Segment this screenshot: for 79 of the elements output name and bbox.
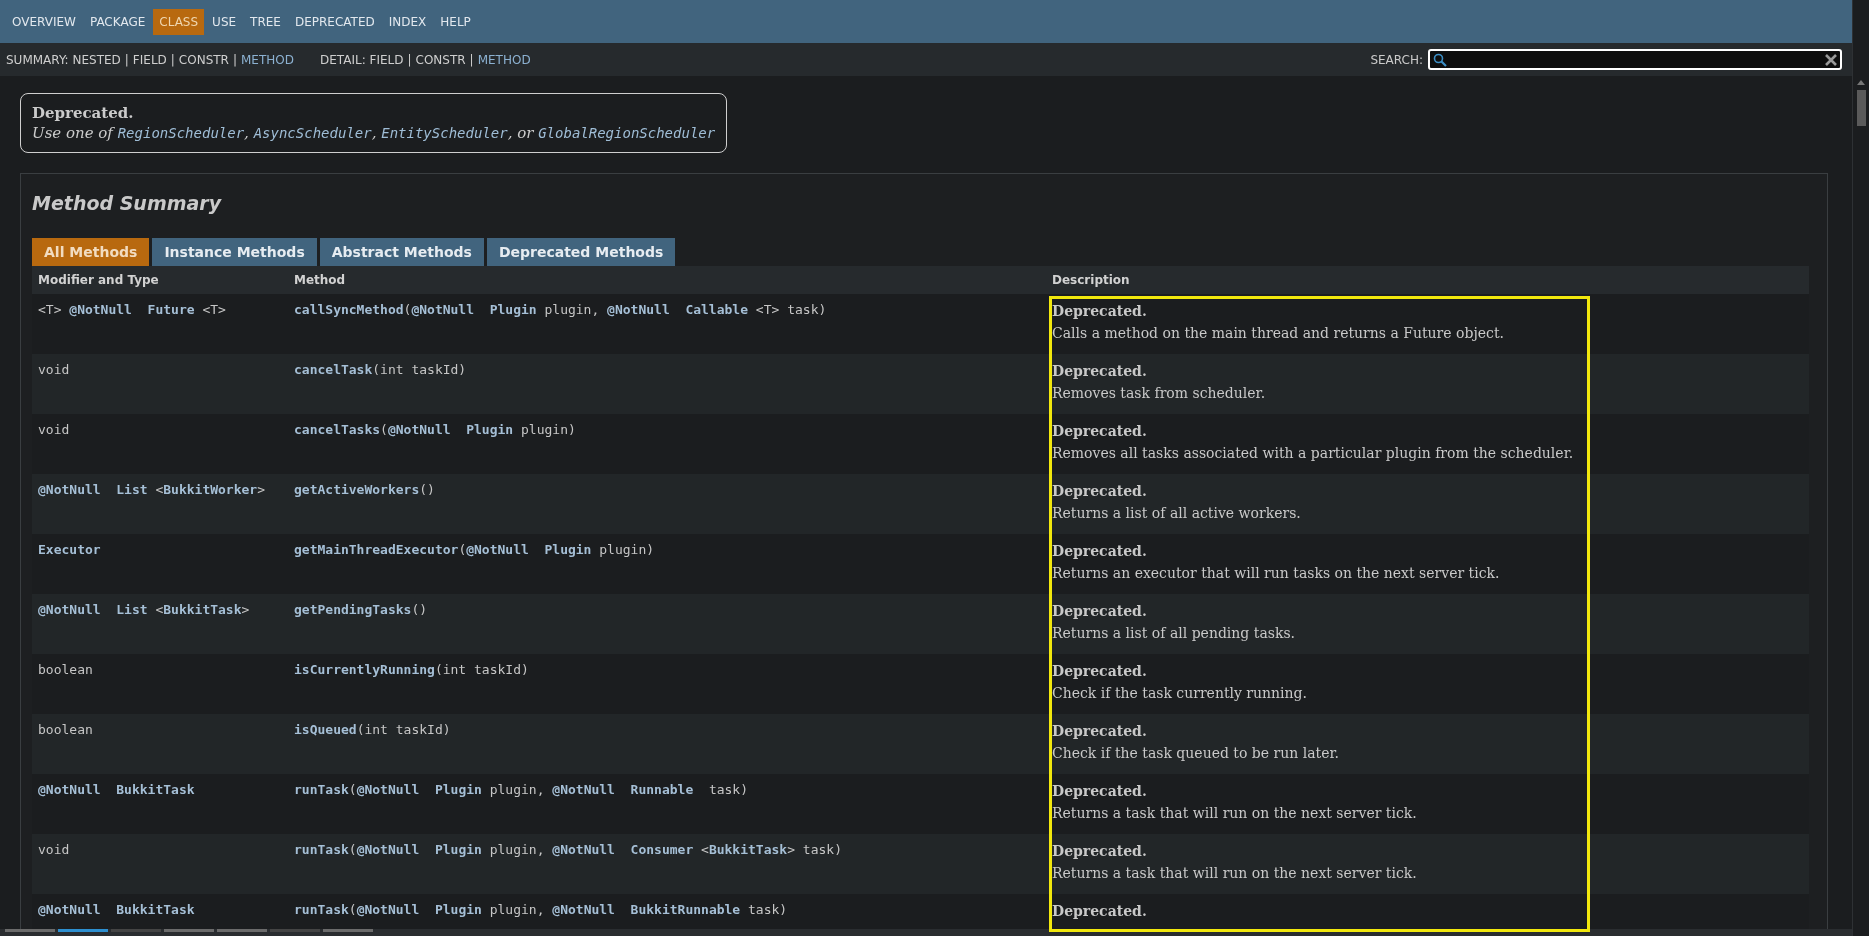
deprecated-label: Deprecated. [1052,542,1148,561]
separator: | [407,51,412,69]
type-cell-text: @NotNull List <BukkitTask> [37,601,251,619]
scheduler-type-link[interactable]: RegionScheduler [117,125,245,141]
deprecated-label: Deprecated. [1052,782,1148,801]
type-cell-text: <T> @NotNull Future <T> [37,301,227,319]
filter-tab[interactable]: Deprecated Methods [486,238,676,266]
summary-item: CONSTR [178,51,229,69]
nav-link[interactable]: USE [206,8,243,35]
method-signature[interactable]: runTask(@NotNull Plugin plugin, @NotNull BukkitRunnable task) [288,894,1049,929]
description-text: Returns a list of all pending tasks. [1052,624,1297,643]
deprecated-label: Deprecated. [1052,662,1148,681]
method-signature[interactable]: runTask(@NotNull Plugin plugin, @NotNull Runnable task) [288,774,1049,834]
search-label: SEARCH: [1370,51,1423,69]
separator: | [170,51,175,69]
description-text: Calls a method on the main thread and returns a Future object. [1052,324,1505,343]
summary-item: FIELD [132,51,167,69]
nav-link[interactable]: INDEX [382,8,433,35]
type-cell-text: void [37,361,71,379]
method-signature[interactable]: getMainThreadExecutor(@NotNull Plugin plugin) [288,534,1049,594]
deprecated-label: Deprecated. [1052,902,1148,921]
type-cell-text: @NotNull List <BukkitWorker> [37,481,266,499]
scheduler-type-link[interactable]: AsyncScheduler [253,125,372,141]
deprecated-label: Deprecated. [32,103,135,123]
section-title: Method Summary [32,191,223,216]
scheduler-type-link[interactable]: GlobalRegionScheduler [538,125,716,141]
type-cell-text: void [37,421,71,439]
description-text: Returns a task that will run on the next server tick. [1052,864,1418,883]
deprecation-note: Use one of RegionScheduler, AsyncScheduler, EntityScheduler, or GlobalRegionScheduler [32,123,716,143]
summary-item: DETAIL: FIELD [320,51,404,69]
description-text: Returns an executor that will run tasks on the next server tick. [1052,564,1501,583]
description-text: Check if the task currently running. [1052,684,1309,703]
deprecated-label: Deprecated. [1052,482,1148,501]
description-text: Check if the task queued to be run later. [1052,744,1341,763]
method-signature[interactable]: runTask(@NotNull Plugin plugin, @NotNull Consumer <BukkitTask> task) [288,834,1049,894]
separator: | [469,51,474,69]
method-signature[interactable]: getActiveWorkers() [288,474,1049,534]
description-text: Returns a task that will run on the next server tick. [1052,804,1418,823]
summary-link[interactable]: METHOD [477,50,531,69]
separator: | [124,51,129,69]
type-cell-text: Executor [37,541,102,559]
filter-tab[interactable]: Instance Methods [152,238,317,266]
method-signature[interactable]: getPendingTasks() [288,594,1049,654]
description-text: Returns a list of all active workers. [1052,504,1302,523]
method-signature[interactable]: cancelTask(int taskId) [288,354,1049,414]
nav-link[interactable]: DEPRECATED [288,8,381,35]
deprecated-label: Deprecated. [1052,842,1148,861]
close-icon[interactable] [1825,53,1837,66]
nav-link[interactable]: TREE [244,8,287,35]
scheduler-type-link[interactable]: EntityScheduler [381,125,508,141]
column-header: Description [1051,272,1131,289]
column-header: Modifier and Type [37,272,160,289]
search-icon [1433,52,1447,67]
nav-link[interactable]: OVERVIEW [6,8,82,35]
summary-item: SUMMARY: NESTED [6,51,121,69]
deprecated-label: Deprecated. [1052,302,1148,321]
nav-link[interactable]: HELP [434,8,477,35]
filter-tab[interactable]: Abstract Methods [319,238,484,266]
description-text: Removes all tasks associated with a particular plugin from the scheduler. [1052,444,1575,463]
description-text: Removes task from scheduler. [1052,384,1267,403]
type-cell-text: @NotNull BukkitTask [37,901,196,919]
deprecated-label: Deprecated. [1052,422,1148,441]
type-cell-text: boolean [37,721,94,739]
separator: | [232,51,237,69]
method-signature[interactable]: cancelTasks(@NotNull Plugin plugin) [288,414,1049,474]
summary-link[interactable]: METHOD [241,50,294,69]
summary-item: CONSTR [415,51,466,69]
deprecated-label: Deprecated. [1052,722,1148,741]
search-field[interactable] [1428,49,1842,70]
type-cell-text: boolean [37,661,94,679]
deprecated-label: Deprecated. [1052,362,1148,381]
method-signature[interactable]: callSyncMethod(@NotNull Plugin plugin, @NotNull Callable <T> task) [288,294,1049,354]
type-cell-text: void [37,841,71,859]
column-header: Method [293,272,347,289]
method-signature[interactable]: isCurrentlyRunning(int taskId) [288,654,1049,714]
type-cell-text: @NotNull BukkitTask [37,781,196,799]
deprecated-label: Deprecated. [1052,602,1148,621]
nav-link[interactable]: PACKAGE [83,8,152,35]
method-signature[interactable]: isQueued(int taskId) [288,714,1049,774]
